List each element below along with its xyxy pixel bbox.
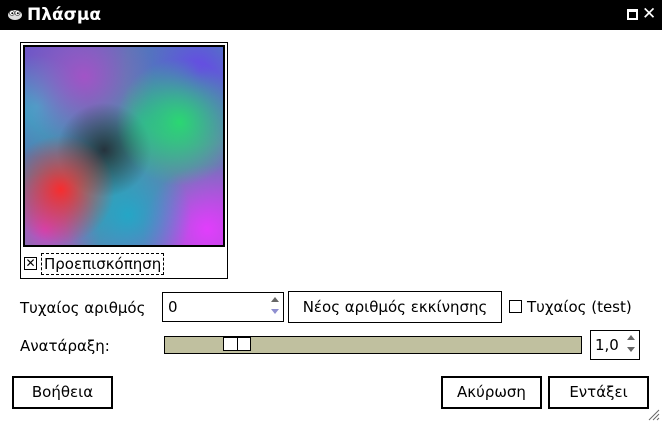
slider-thumb[interactable] [223,337,251,351]
turbulence-spinbox[interactable]: 1,0 [590,330,640,360]
turbulence-spin-arrows[interactable] [625,334,637,356]
random-seed-input[interactable]: 0 [162,292,284,322]
window-title: Πλάσμα [27,5,102,25]
preview-checkbox[interactable]: ✕ [24,257,37,270]
ok-button[interactable]: Εντάξει [548,376,649,409]
decrement-icon[interactable] [627,347,635,352]
resize-grip-icon[interactable] [648,409,660,421]
random-seed-value: 0 [168,298,178,316]
preview-label[interactable]: Προεπισκόπηση [41,253,165,275]
randomize-checkbox[interactable] [509,300,522,313]
new-seed-button[interactable]: Νέος αριθμός εκκίνησης [288,291,502,323]
random-seed-label: Τυχαίος αριθμός [20,299,146,317]
spin-arrows[interactable] [269,296,281,318]
help-button[interactable]: Βοήθεια [12,376,113,409]
increment-icon[interactable] [627,335,635,340]
turbulence-slider[interactable] [164,336,582,354]
maximize-icon[interactable] [627,9,638,20]
preview-panel: ✕ Προεπισκόπηση [20,42,228,279]
title-bar[interactable]: Πλάσμα ✕ [0,0,662,30]
decrement-icon[interactable] [271,309,279,314]
turbulence-value: 1,0 [595,336,619,354]
plasma-preview-image [23,45,225,247]
increment-icon[interactable] [271,297,279,302]
gimp-icon [8,10,22,20]
cancel-button[interactable]: Ακύρωση [441,376,542,409]
turbulence-label: Ανατάραξη: [20,337,110,355]
close-icon[interactable]: ✕ [642,3,656,25]
randomize-label: Τυχαίος (test) [527,298,632,316]
